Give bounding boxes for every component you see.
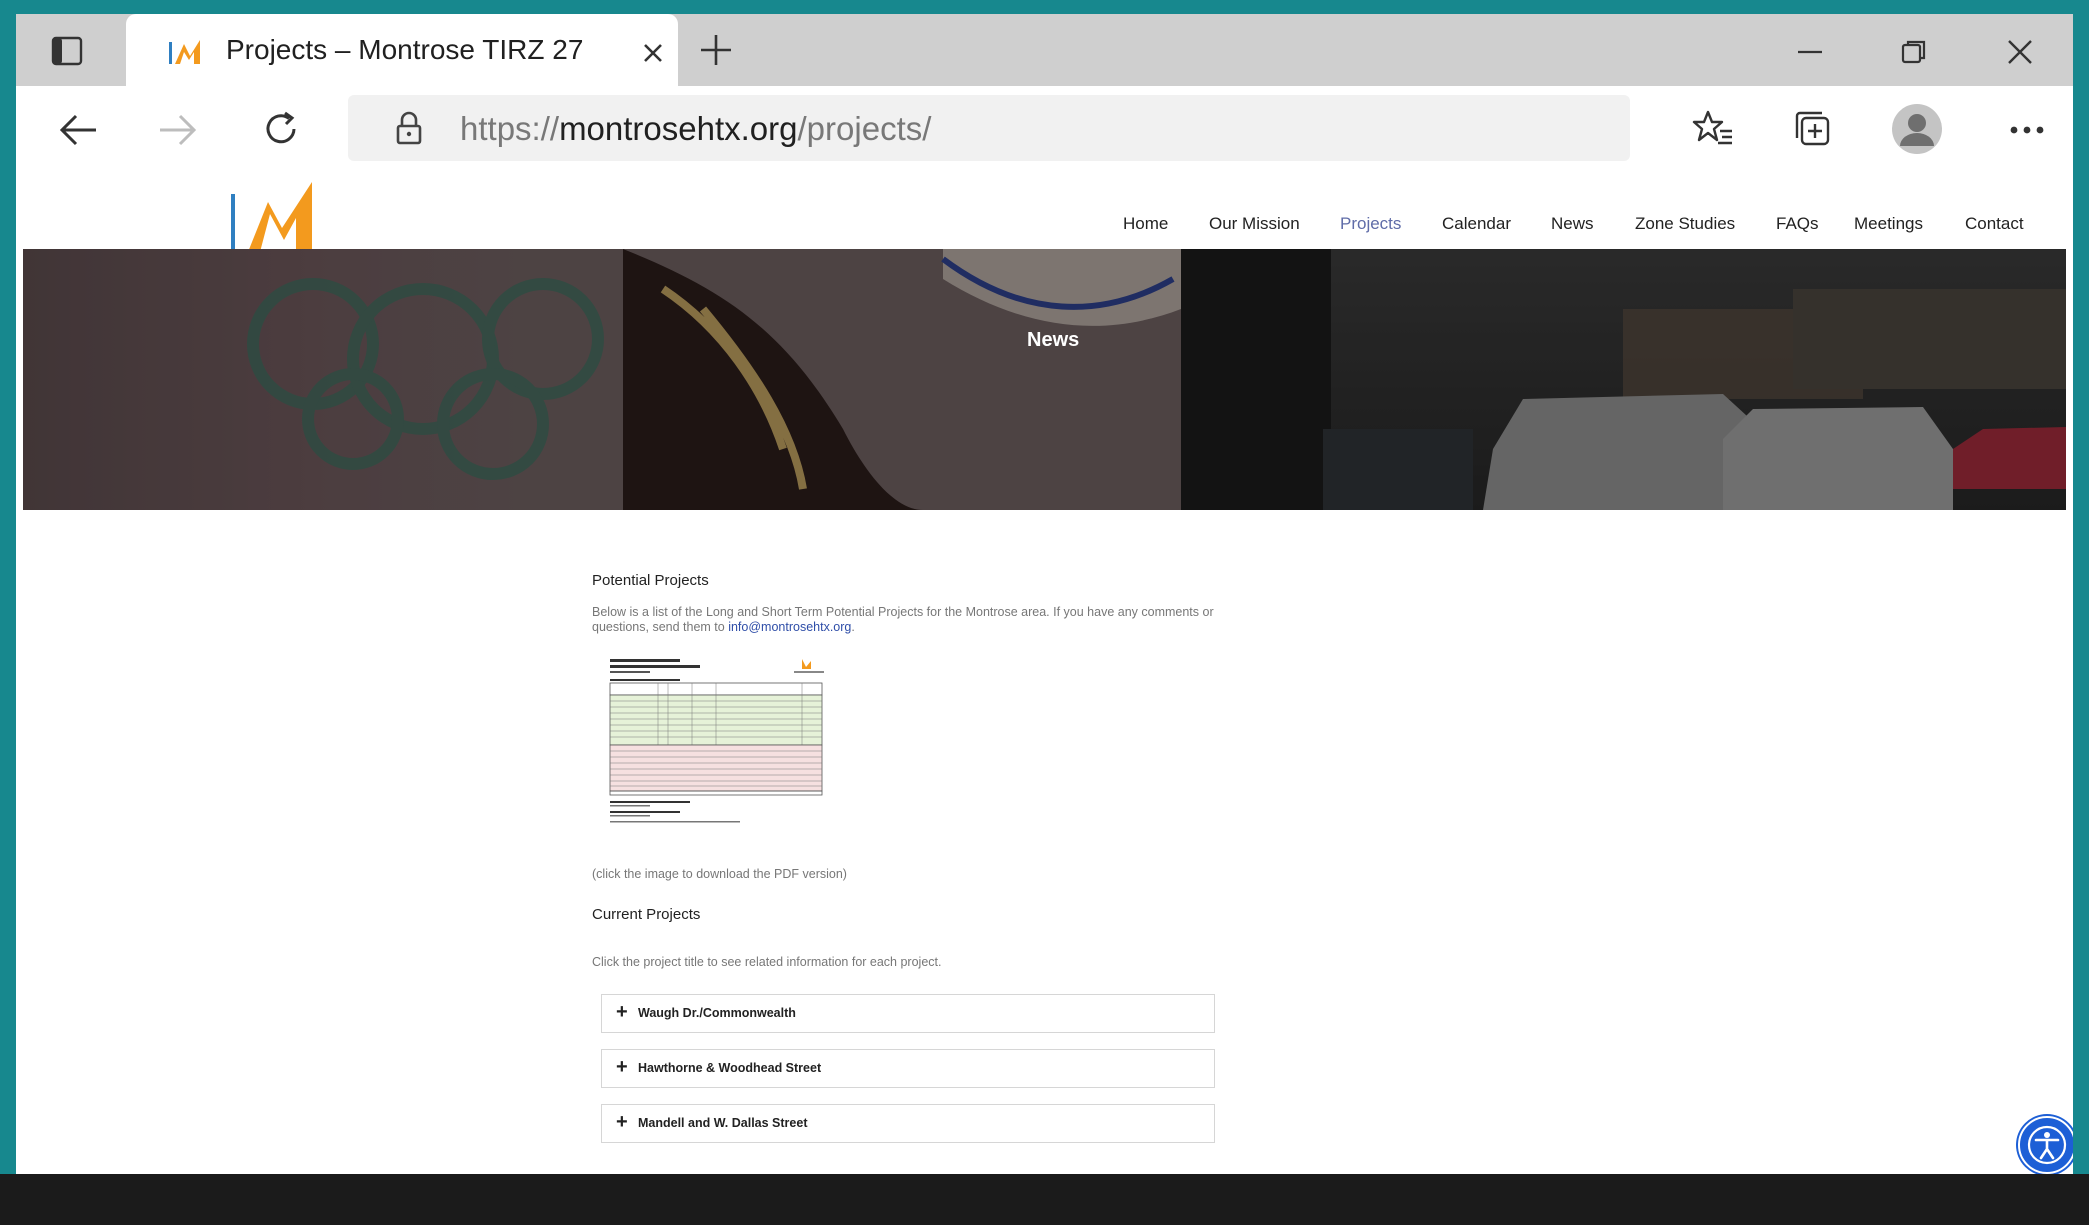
favorites-star-icon bbox=[1692, 110, 1732, 145]
tab-title: Projects – Montrose TIRZ 27 bbox=[226, 34, 584, 65]
tab-actions-button[interactable] bbox=[50, 34, 84, 68]
plus-icon bbox=[701, 35, 731, 65]
restore-icon bbox=[1901, 40, 1926, 64]
nav-news[interactable]: News bbox=[1551, 214, 1594, 234]
minimize-button[interactable] bbox=[1792, 34, 1828, 70]
nav-zone-studies[interactable]: Zone Studies bbox=[1635, 214, 1735, 234]
intro-end: . bbox=[851, 620, 855, 634]
back-button[interactable] bbox=[56, 108, 100, 152]
tab-strip: Projects – Montrose TIRZ 27 bbox=[16, 14, 2073, 86]
current-projects-instructions: Click the project title to see related i… bbox=[592, 955, 942, 969]
accordion-project-0[interactable]: + Waugh Dr./Commonwealth bbox=[601, 994, 1215, 1033]
email-link[interactable]: info@montrosehtx.org bbox=[728, 620, 851, 634]
accessibility-button[interactable] bbox=[2018, 1116, 2073, 1174]
nav-our-mission[interactable]: Our Mission bbox=[1209, 214, 1300, 234]
expand-plus-icon: + bbox=[616, 1001, 628, 1023]
nav-projects[interactable]: Projects bbox=[1340, 214, 1401, 234]
refresh-icon bbox=[266, 111, 296, 144]
nav-home[interactable]: Home bbox=[1123, 214, 1168, 234]
hero-title: News bbox=[1027, 329, 1080, 351]
settings-more-button[interactable] bbox=[2004, 110, 2050, 150]
profile-button[interactable] bbox=[1890, 102, 1944, 156]
nav-meetings[interactable]: Meetings bbox=[1854, 214, 1923, 234]
back-arrow-icon bbox=[59, 114, 96, 146]
nav-contact[interactable]: Contact bbox=[1965, 214, 2024, 234]
url-path: /projects/ bbox=[797, 110, 932, 147]
intro-text: Below is a list of the Long and Short Te… bbox=[592, 605, 1214, 634]
expand-plus-icon: + bbox=[616, 1056, 628, 1078]
close-tab-icon[interactable] bbox=[642, 42, 664, 64]
lock-icon[interactable] bbox=[394, 110, 424, 146]
nav-faqs[interactable]: FAQs bbox=[1776, 214, 1819, 234]
new-tab-button[interactable] bbox=[696, 30, 736, 70]
favorites-button[interactable] bbox=[1688, 104, 1738, 154]
current-projects-heading: Current Projects bbox=[592, 906, 701, 923]
url-host: montrosehtx.org bbox=[559, 110, 798, 147]
accessibility-icon bbox=[2027, 1125, 2067, 1165]
minimize-icon bbox=[1798, 50, 1822, 54]
url-scheme: https:// bbox=[460, 110, 560, 147]
hero-background-image bbox=[23, 249, 2066, 510]
nav-calendar[interactable]: Calendar bbox=[1442, 214, 1511, 234]
collections-button[interactable] bbox=[1788, 104, 1838, 154]
refresh-button[interactable] bbox=[258, 106, 304, 152]
accordion-title: Hawthorne & Woodhead Street bbox=[638, 1061, 822, 1075]
potential-projects-pdf-thumbnail[interactable] bbox=[606, 655, 838, 829]
expand-plus-icon: + bbox=[616, 1111, 628, 1133]
potential-projects-heading: Potential Projects bbox=[592, 572, 709, 589]
accordion-title: Waugh Dr./Commonwealth bbox=[638, 1006, 796, 1020]
site-favicon bbox=[169, 40, 200, 64]
restore-button[interactable] bbox=[1896, 34, 1932, 70]
hero-banner: News bbox=[23, 249, 2066, 510]
accordion-project-1[interactable]: + Hawthorne & Woodhead Street bbox=[601, 1049, 1215, 1088]
close-window-button[interactable] bbox=[2002, 34, 2038, 70]
montrose-logo[interactable] bbox=[230, 182, 314, 254]
collections-icon bbox=[1795, 111, 1830, 146]
forward-button[interactable] bbox=[156, 108, 200, 152]
pdf-download-note: (click the image to download the PDF ver… bbox=[592, 867, 847, 881]
pdf-document-preview bbox=[606, 655, 838, 829]
accordion-project-2[interactable]: + Mandell and W. Dallas Street bbox=[601, 1104, 1215, 1143]
more-dots-icon bbox=[2010, 126, 2044, 134]
avatar-icon bbox=[1892, 104, 1942, 154]
close-icon bbox=[2008, 40, 2032, 64]
web-page: Home Our Mission Projects Calendar News … bbox=[16, 180, 2073, 1174]
taskbar bbox=[0, 1174, 2089, 1225]
accordion-title: Mandell and W. Dallas Street bbox=[638, 1116, 808, 1130]
forward-arrow-icon bbox=[160, 114, 197, 146]
browser-window: Projects – Montrose TIRZ 27 https://mont… bbox=[16, 14, 2073, 1174]
url-text[interactable]: https://montrosehtx.org/projects/ bbox=[460, 110, 931, 148]
tab-active[interactable]: Projects – Montrose TIRZ 27 bbox=[126, 14, 678, 86]
potential-projects-intro: Below is a list of the Long and Short Te… bbox=[592, 605, 1232, 635]
tab-actions-icon bbox=[51, 36, 83, 66]
